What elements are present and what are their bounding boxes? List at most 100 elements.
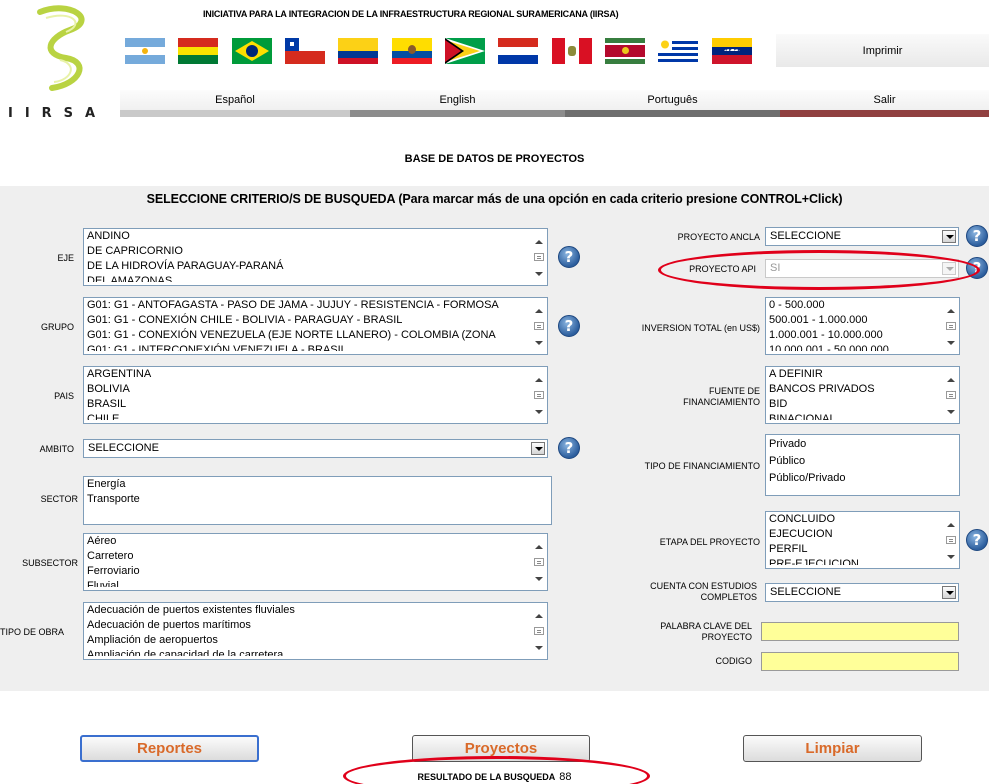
nav-exit[interactable]: Salir bbox=[780, 90, 989, 117]
tipo-financiamiento-option[interactable]: Público bbox=[769, 454, 959, 471]
etapa-option[interactable]: CONCLUIDO bbox=[769, 512, 959, 527]
peru-flag[interactable] bbox=[552, 38, 592, 64]
tipo-financiamiento-option[interactable]: Privado bbox=[769, 437, 959, 454]
sector-option[interactable]: Energía bbox=[87, 477, 551, 492]
tipo-obra-label: TIPO DE OBRA bbox=[0, 627, 65, 637]
etapa-help-icon[interactable]: ? bbox=[966, 529, 988, 551]
limpiar-button[interactable]: Limpiar bbox=[743, 735, 922, 762]
proyecto-ancla-help-icon[interactable]: ? bbox=[966, 225, 988, 247]
subsector-option[interactable]: Ferroviario bbox=[87, 564, 547, 579]
tipo-obra-option[interactable]: Adecuación de puertos existentes fluvial… bbox=[87, 603, 547, 618]
estudios-value: SELECCIONE bbox=[770, 586, 841, 598]
subsector-option[interactable]: Aéreo bbox=[87, 534, 547, 549]
etapa-scrollbar[interactable] bbox=[942, 512, 959, 568]
grupo-listbox[interactable]: G01: G1 - ANTOFAGASTA - PASO DE JAMA - J… bbox=[83, 297, 548, 355]
colombia-flag[interactable] bbox=[338, 38, 378, 64]
page-title: BASE DE DATOS DE PROYECTOS bbox=[404, 153, 585, 165]
nav-spanish[interactable]: Español bbox=[120, 90, 350, 117]
fuente-label: FUENTE DE FINANCIAMIENTO bbox=[600, 386, 760, 408]
suriname-flag[interactable] bbox=[605, 38, 645, 64]
etapa-option[interactable]: EJECUCION bbox=[769, 527, 959, 542]
pais-option[interactable]: BOLIVIA bbox=[87, 382, 547, 397]
pais-listbox[interactable]: ARGENTINA BOLIVIA BRASIL CHILE bbox=[83, 366, 548, 424]
grupo-option[interactable]: G01: G1 - CONEXIÓN CHILE - BOLIVIA - PAR… bbox=[87, 313, 547, 328]
estudios-label: CUENTA CON ESTUDIOS COMPLETOS bbox=[600, 581, 757, 603]
fuente-option[interactable]: BID bbox=[769, 397, 959, 412]
argentina-flag[interactable] bbox=[125, 38, 165, 64]
tipo-obra-option[interactable]: Ampliación de aeropuertos bbox=[87, 633, 547, 648]
inversion-option[interactable]: 1.000.001 - 10.000.000 bbox=[769, 328, 959, 343]
etapa-listbox[interactable]: CONCLUIDO EJECUCION PERFIL PRE-EJECUCION bbox=[765, 511, 960, 569]
grupo-option[interactable]: G01: G1 - ANTOFAGASTA - PASO DE JAMA - J… bbox=[87, 298, 547, 313]
nav-english[interactable]: English bbox=[350, 90, 565, 117]
grupo-label: GRUPO bbox=[40, 322, 74, 332]
tipo-obra-scrollbar[interactable] bbox=[530, 603, 547, 659]
fuente-scrollbar[interactable] bbox=[942, 367, 959, 423]
tipo-obra-option[interactable]: Adecuación de puertos marítimos bbox=[87, 618, 547, 633]
inversion-option[interactable]: 10.000.001 - 50.000.000 bbox=[769, 343, 959, 351]
ecuador-flag[interactable] bbox=[392, 38, 432, 64]
subsector-scrollbar[interactable] bbox=[530, 534, 547, 590]
reportes-button[interactable]: Reportes bbox=[80, 735, 259, 762]
pais-option[interactable]: BRASIL bbox=[87, 397, 547, 412]
fuente-option[interactable]: BINACIONAL bbox=[769, 412, 959, 420]
pais-scrollbar[interactable] bbox=[530, 367, 547, 423]
eje-option[interactable]: DE LA HIDROVÍA PARAGUAY-PARANÁ bbox=[87, 259, 547, 274]
eje-option[interactable]: DE CAPRICORNIO bbox=[87, 244, 547, 259]
paraguay-flag[interactable] bbox=[498, 38, 538, 64]
guyana-flag[interactable] bbox=[445, 38, 485, 64]
etapa-option[interactable]: PRE-EJECUCION bbox=[769, 557, 959, 565]
inversion-option[interactable]: 500.001 - 1.000.000 bbox=[769, 313, 959, 328]
fuente-option[interactable]: A DEFINIR bbox=[769, 367, 959, 382]
chevron-down-icon[interactable] bbox=[942, 586, 956, 599]
fuente-listbox[interactable]: A DEFINIR BANCOS PRIVADOS BID BINACIONAL bbox=[765, 366, 960, 424]
sector-listbox[interactable]: Energía Transporte bbox=[83, 476, 552, 525]
proyecto-ancla-select[interactable]: SELECCIONE bbox=[765, 227, 959, 246]
eje-label: EJE bbox=[57, 253, 74, 263]
tipo-obra-listbox[interactable]: Adecuación de puertos existentes fluvial… bbox=[83, 602, 548, 660]
tipo-obra-option[interactable]: Ampliación de capacidad de la carretera bbox=[87, 648, 547, 656]
uruguay-flag[interactable] bbox=[658, 38, 698, 64]
sector-option[interactable]: Transporte bbox=[87, 492, 551, 507]
chevron-down-icon[interactable] bbox=[531, 442, 545, 455]
grupo-option[interactable]: G01: G1 - INTERCONEXIÓN VENEZUELA - BRAS… bbox=[87, 343, 547, 351]
eje-help-icon[interactable]: ? bbox=[558, 246, 580, 268]
sector-label: SECTOR bbox=[40, 494, 78, 504]
tipo-financiamiento-option[interactable]: Público/Privado bbox=[769, 471, 959, 488]
palabra-clave-label-line1: PALABRA CLAVE DEL bbox=[660, 621, 752, 631]
chile-flag[interactable] bbox=[285, 38, 325, 64]
etapa-option[interactable]: PERFIL bbox=[769, 542, 959, 557]
subsector-listbox[interactable]: Aéreo Carretero Ferroviario Fluvial bbox=[83, 533, 548, 591]
chevron-down-icon[interactable] bbox=[942, 230, 956, 243]
venezuela-flag[interactable] bbox=[712, 38, 752, 64]
fuente-option[interactable]: BANCOS PRIVADOS bbox=[769, 382, 959, 397]
ambito-help-icon[interactable]: ? bbox=[558, 437, 580, 459]
pais-label: PAIS bbox=[54, 391, 74, 401]
tipo-financiamiento-listbox[interactable]: Privado Público Público/Privado bbox=[765, 434, 960, 496]
eje-option[interactable]: DEL AMAZONAS bbox=[87, 274, 547, 282]
grupo-scrollbar[interactable] bbox=[530, 298, 547, 354]
ambito-select[interactable]: SELECCIONE bbox=[83, 439, 548, 458]
inversion-option[interactable]: 0 - 500.000 bbox=[769, 298, 959, 313]
brazil-flag[interactable] bbox=[232, 38, 272, 64]
inversion-scrollbar[interactable] bbox=[942, 298, 959, 354]
pais-option[interactable]: ARGENTINA bbox=[87, 367, 547, 382]
eje-option[interactable]: ANDINO bbox=[87, 229, 547, 244]
grupo-option[interactable]: G01: G1 - CONEXIÓN VENEZUELA (EJE NORTE … bbox=[87, 328, 547, 343]
proyecto-ancla-label: PROYECTO ANCLA bbox=[677, 232, 760, 242]
bolivia-flag[interactable] bbox=[178, 38, 218, 64]
eje-scrollbar[interactable] bbox=[530, 229, 547, 285]
nav-portuguese[interactable]: Português bbox=[565, 90, 780, 117]
grupo-help-icon[interactable]: ? bbox=[558, 315, 580, 337]
iirsa-logo[interactable]: IIRSA bbox=[0, 0, 120, 130]
codigo-input[interactable] bbox=[761, 652, 959, 671]
subsector-option[interactable]: Fluvial bbox=[87, 579, 547, 587]
pais-option[interactable]: CHILE bbox=[87, 412, 547, 420]
inversion-listbox[interactable]: 0 - 500.000 500.001 - 1.000.000 1.000.00… bbox=[765, 297, 960, 355]
print-button[interactable]: Imprimir bbox=[776, 34, 989, 67]
header-title: INICIATIVA PARA LA INTEGRACION DE LA INF… bbox=[203, 9, 619, 19]
eje-listbox[interactable]: ANDINO DE CAPRICORNIO DE LA HIDROVÍA PAR… bbox=[83, 228, 548, 286]
estudios-select[interactable]: SELECCIONE bbox=[765, 583, 959, 602]
palabra-clave-input[interactable] bbox=[761, 622, 959, 641]
subsector-option[interactable]: Carretero bbox=[87, 549, 547, 564]
